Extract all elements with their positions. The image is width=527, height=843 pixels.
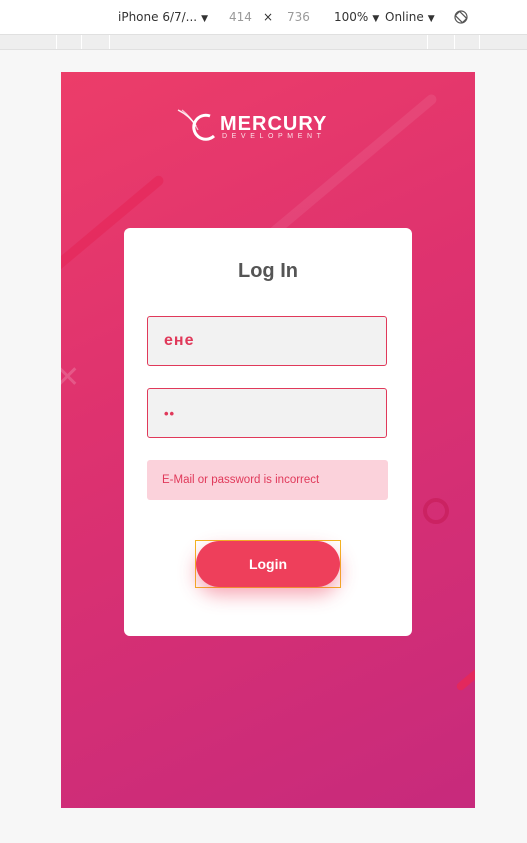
decorative-stripe — [455, 660, 475, 692]
page-title: Log In — [238, 260, 298, 282]
zoom-select-label: 100% — [334, 10, 369, 24]
chevron-down-icon: ▼ — [372, 14, 380, 24]
email-input[interactable] — [148, 317, 386, 365]
network-select-label: Online — [385, 10, 424, 24]
rotate-icon — [454, 10, 468, 24]
height-input[interactable]: 736 — [287, 10, 310, 24]
email-field[interactable] — [147, 316, 387, 366]
login-card: Log In E-Mail or password is incorrect L… — [124, 228, 412, 636]
decorative-cross-icon: ✕ — [61, 360, 81, 395]
zoom-select[interactable]: 100% ▼ — [334, 10, 379, 24]
media-query-ruler — [0, 34, 527, 50]
chevron-down-icon: ▼ — [427, 14, 435, 24]
password-input[interactable] — [148, 389, 386, 437]
error-message: E-Mail or password is incorrect — [147, 460, 388, 500]
password-field[interactable] — [147, 388, 387, 438]
mercury-logo: MERCURY DEVELOPMENT — [176, 108, 366, 144]
devtools-toolbar: iPhone 6/7/... ▼ 414 × 736 100% ▼ Online ▼ — [0, 0, 527, 34]
rotate-button[interactable] — [453, 9, 469, 28]
decorative-circle-icon — [423, 498, 449, 524]
network-select[interactable]: Online ▼ — [385, 10, 435, 24]
chevron-down-icon: ▼ — [201, 14, 209, 24]
device-select[interactable]: iPhone 6/7/... ▼ — [118, 10, 208, 24]
brand-subtitle: DEVELOPMENT — [222, 133, 326, 140]
login-button[interactable]: Login — [196, 541, 340, 587]
phone-viewport: ✕ MERCURY DEVELOPMENT Log In E-Mail or p… — [61, 72, 475, 808]
width-input[interactable]: 414 — [229, 10, 252, 24]
device-select-label: iPhone 6/7/... — [118, 10, 198, 24]
dimension-separator: × — [263, 10, 274, 24]
